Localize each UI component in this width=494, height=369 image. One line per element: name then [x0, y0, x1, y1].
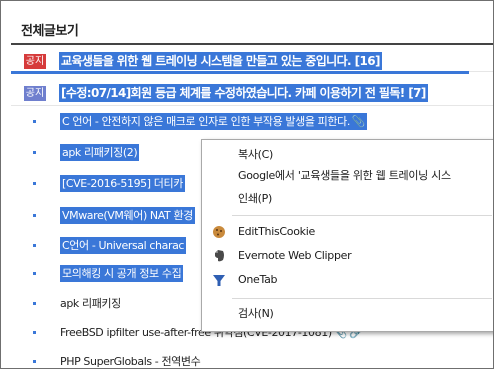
cookie-icon — [213, 226, 225, 238]
post-link[interactable]: apk 리패키징 — [60, 295, 121, 312]
menu-item-copy[interactable]: 복사(C) — [202, 144, 493, 166]
notice-link[interactable]: 교육생들을 위한 웹 트레이닝 시스템을 만들고 있는 중입니다. [16] — [59, 52, 382, 70]
notice-badge: 공지 — [24, 86, 46, 101]
menu-item-label: EditThisCookie — [238, 225, 315, 238]
list-bullet — [33, 151, 36, 154]
comment-count: [16] — [354, 54, 381, 68]
notice-badge: 공지 — [24, 54, 46, 69]
post-link[interactable]: C 언어 - 안전하지 않은 매크로 인자로 인한 부작용 발생을 피한다. 📎 — [60, 113, 368, 130]
post-link[interactable]: 모의해킹 시 공개 정보 수집 — [60, 265, 184, 282]
post-link[interactable]: C언어 - Universal charac — [60, 237, 187, 254]
evernote-elephant-icon — [215, 250, 224, 262]
menu-item-evernote[interactable]: Evernote Web Clipper — [202, 245, 493, 267]
list-bullet — [33, 331, 36, 334]
attachment-icon: 📎 — [351, 115, 366, 128]
context-menu: 복사(C) Google에서 '교육생들을 위한 웹 트레이닝 시스 인쇄(P)… — [201, 139, 493, 332]
list-bullet — [33, 302, 36, 305]
board-title: 전체글보기 — [21, 24, 79, 39]
menu-item-inspect[interactable]: 검사(N) — [202, 303, 493, 325]
menu-item-onetab[interactable]: OneTab — [202, 269, 493, 291]
menu-item-print[interactable]: 인쇄(P) — [202, 188, 493, 210]
list-bullet — [33, 244, 36, 247]
menu-item-label: Evernote Web Clipper — [238, 249, 352, 262]
selection-band — [11, 71, 469, 74]
notice-row: 공지 교육생들을 위한 웹 트레이닝 시스템을 만들고 있는 중입니다. [16… — [11, 46, 493, 72]
post-link[interactable]: PHP SuperGlobals - 전역변수 — [60, 353, 201, 368]
post-link[interactable]: VMware(VM웨어) NAT 환경 — [60, 207, 195, 224]
post-link[interactable]: [CVE-2016-5195] 더티카 — [60, 175, 185, 192]
post-link[interactable]: apk 리패키징(2) — [60, 144, 140, 161]
list-bullet — [33, 182, 36, 185]
comment-count: [7] — [408, 86, 426, 100]
list-bullet — [33, 120, 36, 123]
menu-separator — [232, 215, 492, 216]
list-bullet — [33, 272, 36, 275]
notice-title: [수정:07/14]회원 등급 체계를 수정하였습니다. 카페 이용하기 전 필… — [61, 86, 405, 100]
menu-separator — [232, 298, 492, 299]
browser-page: 전체글보기 공지 교육생들을 위한 웹 트레이닝 시스템을 만들고 있는 중입니… — [0, 0, 494, 369]
list-bullet — [33, 214, 36, 217]
menu-item-editthiscookie[interactable]: EditThisCookie — [202, 221, 493, 243]
notice-title: 교육생들을 위한 웹 트레이닝 시스템을 만들고 있는 중입니다. — [61, 54, 352, 68]
notice-link[interactable]: [수정:07/14]회원 등급 체계를 수정하였습니다. 카페 이용하기 전 필… — [59, 84, 428, 102]
notice-row: 공지 [수정:07/14]회원 등급 체계를 수정하였습니다. 카페 이용하기 … — [11, 80, 493, 106]
menu-item-google-search[interactable]: Google에서 '교육생들을 위한 웹 트레이닝 시스 — [202, 165, 493, 187]
list-bullet — [33, 360, 36, 363]
menu-item-label: OneTab — [238, 273, 278, 286]
title-divider — [11, 43, 493, 45]
onetab-funnel-icon — [213, 275, 225, 286]
post-title: C 언어 - 안전하지 않은 매크로 인자로 인한 부작용 발생을 피한다. — [62, 115, 350, 128]
